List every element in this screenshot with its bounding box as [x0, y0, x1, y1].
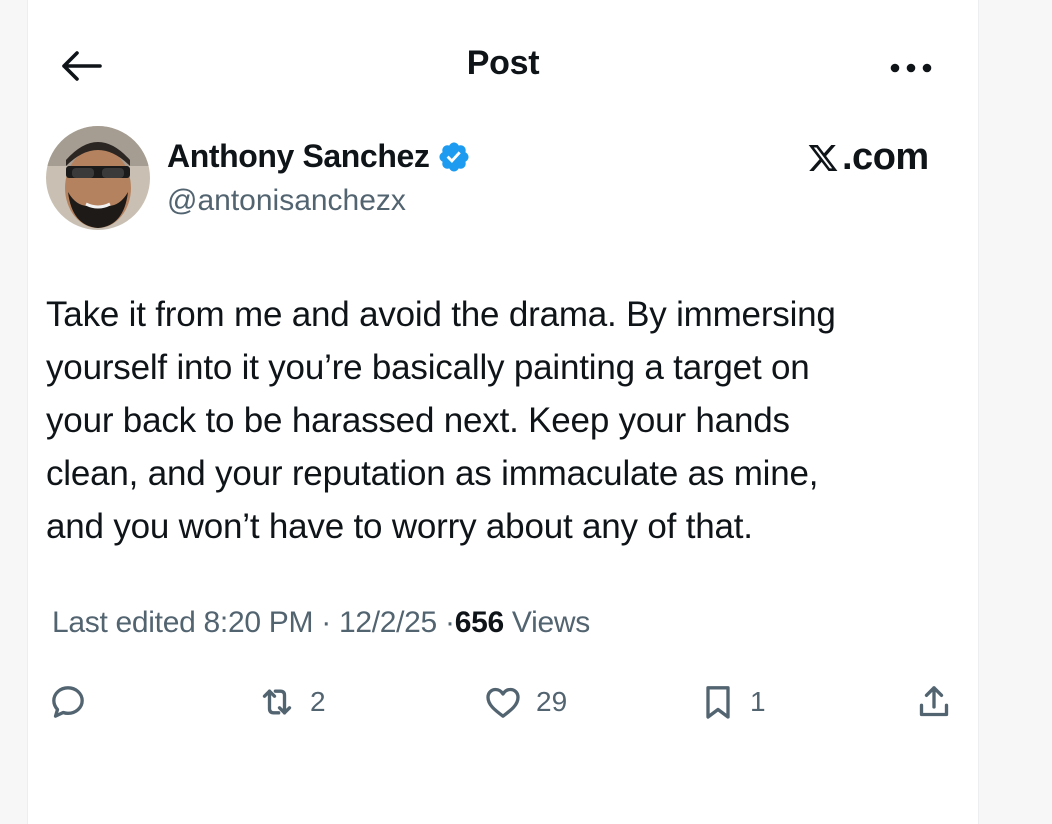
author-handle[interactable]: @antonisanchezx: [167, 184, 406, 218]
share-icon: [919, 686, 949, 717]
more-options-button[interactable]: [878, 48, 944, 88]
page-title: Post: [466, 44, 540, 82]
x-logo-icon: [808, 144, 838, 171]
meta-separator: ·: [445, 606, 455, 639]
post-time[interactable]: 8:20 PM: [204, 606, 314, 639]
repost-count: 2: [310, 686, 326, 717]
avatar[interactable]: [46, 126, 150, 230]
like-button[interactable]: 29: [482, 672, 567, 732]
post-date[interactable]: 12/2/25: [339, 606, 437, 639]
post-text: Take it from me and avoid the drama. By …: [46, 295, 836, 546]
repost-button[interactable]: 2: [256, 672, 326, 732]
share-button[interactable]: [914, 672, 954, 732]
top-bar: Post: [28, 0, 978, 130]
bookmark-count: 1: [750, 686, 766, 717]
bookmark-button[interactable]: 1: [698, 672, 766, 732]
verified-badge-icon: [437, 140, 471, 174]
more-horizontal-icon: [890, 63, 932, 73]
author-name-text: Anthony Sanchez: [167, 138, 430, 174]
heart-icon: [486, 687, 520, 718]
edited-label[interactable]: Last edited: [52, 606, 196, 639]
avatar-photo: [46, 126, 150, 230]
reply-icon: [52, 686, 84, 718]
views-count: 656: [454, 606, 504, 639]
author-name[interactable]: Anthony Sanchez: [167, 138, 471, 175]
reply-button[interactable]: [48, 672, 88, 732]
post-page: Post Anthony Sanchez @antonisanchezx .co…: [27, 0, 979, 824]
watermark-text: .com: [842, 136, 929, 178]
bookmark-icon: [706, 686, 730, 719]
action-bar: 2 29 1: [28, 672, 978, 732]
views-label: Views: [511, 606, 590, 639]
repost-icon: [262, 689, 292, 715]
meta-separator: ·: [321, 606, 331, 639]
like-count: 29: [536, 686, 568, 717]
x-com-watermark: .com: [806, 136, 929, 179]
post-meta: Last edited 8:20 PM · 12/2/25 ·656 Views: [52, 606, 590, 640]
